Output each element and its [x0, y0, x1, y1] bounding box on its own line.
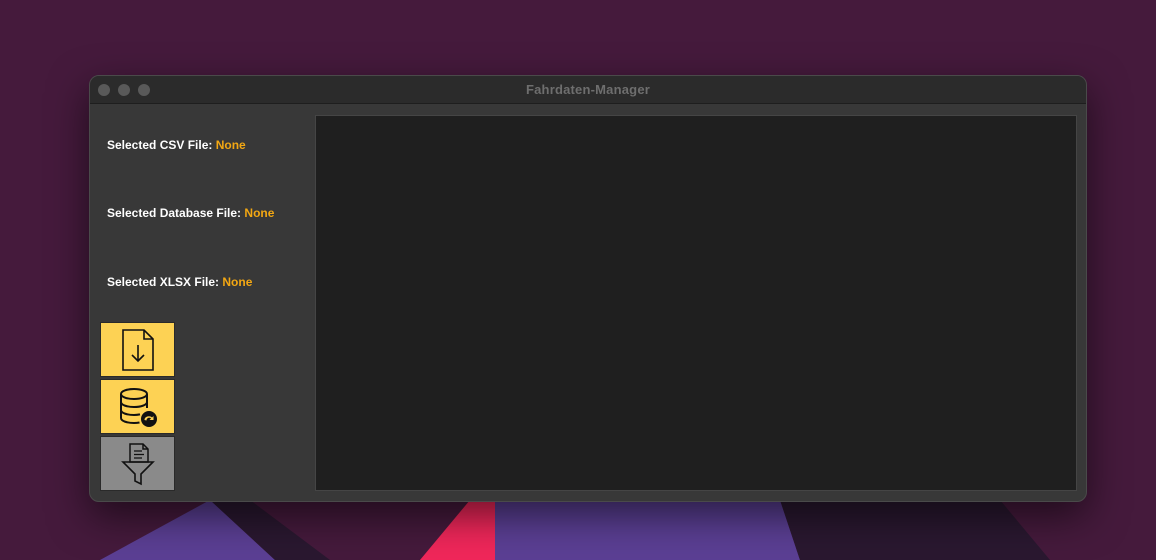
load-database-button[interactable] — [100, 379, 175, 434]
csv-file-value: None — [215, 138, 246, 152]
database-file-label: Selected Database File: — [107, 206, 242, 220]
xlsx-file-status: Selected XLSX File: None — [107, 275, 252, 289]
app-window: Fahrdaten-Manager Selected CSV File: Non… — [89, 75, 1087, 502]
window-title: Fahrdaten-Manager — [525, 82, 651, 97]
xlsx-file-label: Selected XLSX File: — [107, 275, 220, 289]
title-bar: Fahrdaten-Manager — [90, 76, 1086, 104]
database-file-status: Selected Database File: None — [107, 206, 274, 220]
database-file-value: None — [244, 206, 275, 220]
filter-data-button[interactable] — [100, 436, 175, 491]
csv-file-label: Selected CSV File: — [107, 138, 213, 152]
output-panel — [315, 115, 1077, 491]
database-sync-icon — [119, 387, 157, 427]
xlsx-file-value: None — [222, 275, 253, 289]
file-download-icon — [121, 328, 154, 371]
csv-file-status: Selected CSV File: None — [107, 138, 246, 152]
load-csv-button[interactable] — [100, 322, 175, 377]
document-filter-icon — [120, 442, 155, 485]
